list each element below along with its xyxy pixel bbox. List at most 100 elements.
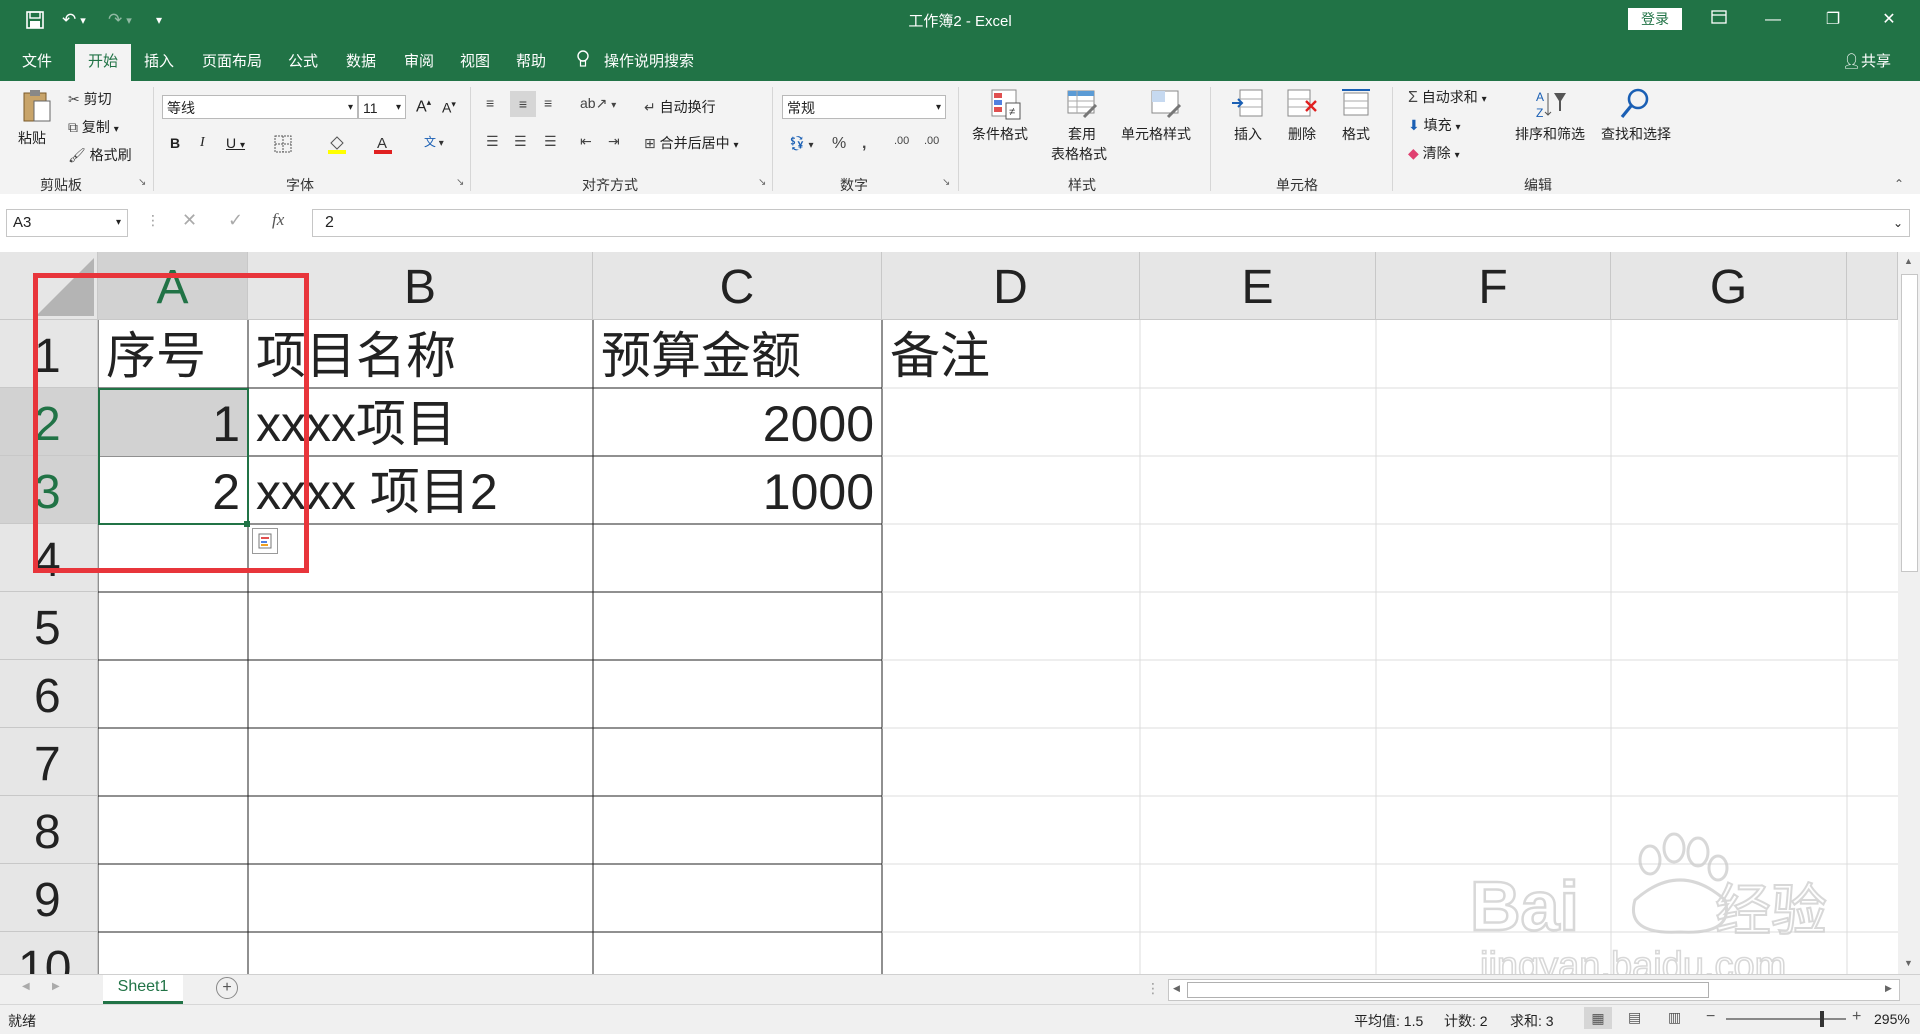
scroll-down-icon[interactable]: ▼ xyxy=(1904,958,1913,968)
tab-file[interactable]: 文件 xyxy=(22,50,52,71)
tab-help[interactable]: 帮助 xyxy=(516,50,546,71)
tab-review[interactable]: 审阅 xyxy=(404,50,434,71)
tab-insert[interactable]: 插入 xyxy=(144,50,174,71)
increase-indent-icon[interactable]: ⇥ xyxy=(608,133,620,150)
delete-cells-button[interactable]: 删除 xyxy=(1282,87,1322,144)
format-cells-button[interactable]: 格式 xyxy=(1336,87,1376,144)
decrease-font-icon[interactable]: A▾ xyxy=(442,99,456,116)
alignment-launcher-icon[interactable]: ↘ xyxy=(758,177,766,188)
sheet-tab-sheet1[interactable]: Sheet1 xyxy=(103,975,183,1004)
format-painter-button[interactable]: 🖌︎ 格式刷 xyxy=(68,145,132,165)
align-bottom-icon[interactable]: ≡ xyxy=(544,95,552,111)
column-header-g[interactable]: G xyxy=(1611,252,1847,320)
horizontal-scrollbar[interactable]: ◀ ▶ xyxy=(1168,979,1900,1001)
cell-c3[interactable]: 1000 xyxy=(593,456,882,524)
row-header-6[interactable]: 6 xyxy=(0,660,98,728)
increase-font-icon[interactable]: A▴ xyxy=(416,97,431,116)
number-format-combo[interactable]: 常规 ▾ xyxy=(782,95,946,119)
formula-input[interactable]: 2 ⌄ xyxy=(312,209,1910,237)
zoom-slider-thumb[interactable] xyxy=(1820,1011,1824,1027)
underline-icon[interactable]: U ▾ xyxy=(226,135,245,151)
find-select-button[interactable]: 查找和选择 xyxy=(1598,87,1674,144)
copy-button[interactable]: ⧉ 复制 ▾ xyxy=(68,117,119,137)
column-header-f[interactable]: F xyxy=(1376,252,1611,320)
normal-view-icon[interactable]: ▦ xyxy=(1584,1007,1612,1029)
insert-cells-button[interactable]: 插入 xyxy=(1228,87,1268,144)
cut-button[interactable]: ✂ 剪切 xyxy=(68,89,112,109)
align-right-icon[interactable]: ☰ xyxy=(544,133,557,150)
font-size-combo[interactable]: 11 ▾ xyxy=(358,95,406,119)
row-header-10[interactable]: 10 xyxy=(0,932,98,974)
accounting-format-icon[interactable]: 💱︎ ▾ xyxy=(788,135,814,152)
align-middle-icon[interactable]: ≡ xyxy=(510,91,536,117)
column-header-c[interactable]: C xyxy=(593,252,882,320)
login-button[interactable]: 登录 xyxy=(1628,8,1682,30)
name-box[interactable]: A3 ▾ xyxy=(6,209,128,237)
increase-decimal-icon[interactable]: .00 xyxy=(894,135,909,147)
share-button[interactable]: 👤︎共享 xyxy=(1842,50,1891,71)
paste-button[interactable]: 粘贴 xyxy=(18,89,54,148)
bold-icon[interactable]: B xyxy=(170,135,180,151)
tab-formulas[interactable]: 公式 xyxy=(288,50,318,71)
decrease-decimal-icon[interactable]: .00 xyxy=(924,135,939,147)
zoom-in-icon[interactable]: + xyxy=(1852,1008,1861,1026)
cell-styles-button[interactable]: 单元格样式 xyxy=(1121,87,1192,144)
zoom-level[interactable]: 295% xyxy=(1874,1011,1910,1027)
wrap-text-button[interactable]: ↵ 自动换行 xyxy=(644,97,716,117)
zoom-slider[interactable] xyxy=(1726,1011,1846,1027)
scroll-right-icon[interactable]: ▶ xyxy=(1885,983,1892,994)
clear-button[interactable]: ◆ 清除 ▾ xyxy=(1408,143,1460,163)
page-layout-view-icon[interactable]: ▤ xyxy=(1628,1009,1641,1026)
font-color-icon[interactable]: A xyxy=(372,133,394,158)
tab-splitter-icon[interactable]: ⋮ xyxy=(1146,980,1160,997)
conditional-format-button[interactable]: ≠ 条件格式 xyxy=(972,87,1032,144)
border-icon[interactable] xyxy=(274,135,292,156)
cell-d1[interactable]: 备注 xyxy=(882,320,1140,388)
page-break-view-icon[interactable]: ▥ xyxy=(1668,1009,1681,1026)
format-as-table-button[interactable]: 套用 表格格式 xyxy=(1051,87,1108,164)
fill-button[interactable]: ⬇ 填充 ▾ xyxy=(1408,115,1461,135)
zoom-out-icon[interactable]: − xyxy=(1706,1008,1715,1026)
merge-center-button[interactable]: ⊞ 合并后居中 ▾ xyxy=(644,133,739,153)
scroll-up-icon[interactable]: ▲ xyxy=(1904,256,1913,266)
row-header-9[interactable]: 9 xyxy=(0,864,98,932)
tab-data[interactable]: 数据 xyxy=(346,50,376,71)
decrease-indent-icon[interactable]: ⇤ xyxy=(580,133,592,150)
tab-home[interactable]: 开始 xyxy=(75,44,131,81)
collapse-ribbon-icon[interactable]: ⌃ xyxy=(1894,177,1904,191)
vertical-scroll-thumb[interactable] xyxy=(1901,274,1918,572)
tell-me-search[interactable]: 操作说明搜索 xyxy=(604,50,694,71)
cell-c1[interactable]: 预算金额 xyxy=(593,320,882,388)
next-sheet-icon[interactable]: ▶ xyxy=(52,981,60,992)
row-header-5[interactable]: 5 xyxy=(0,592,98,660)
comma-icon[interactable]: , xyxy=(862,135,866,153)
column-header-h[interactable] xyxy=(1847,252,1898,320)
add-sheet-icon[interactable]: + xyxy=(216,977,238,999)
cell-c2[interactable]: 2000 xyxy=(593,388,882,456)
close-icon[interactable]: ✕ xyxy=(1866,6,1912,34)
align-left-icon[interactable]: ☰ xyxy=(486,133,499,150)
font-launcher-icon[interactable]: ↘ xyxy=(456,177,464,188)
vertical-scrollbar[interactable]: ▲ ▼ xyxy=(1898,252,1920,974)
orientation-icon[interactable]: ab↗ ▾ xyxy=(580,95,616,112)
number-launcher-icon[interactable]: ↘ xyxy=(942,177,950,188)
horizontal-scroll-thumb[interactable] xyxy=(1187,982,1709,998)
column-header-d[interactable]: D xyxy=(882,252,1140,320)
restore-icon[interactable]: ❐ xyxy=(1810,6,1856,34)
row-header-8[interactable]: 8 xyxy=(0,796,98,864)
minimize-icon[interactable]: — xyxy=(1750,6,1796,34)
column-header-e[interactable]: E xyxy=(1140,252,1376,320)
sort-filter-button[interactable]: AZ 排序和筛选 xyxy=(1512,87,1588,144)
insert-function-icon[interactable]: fx xyxy=(272,210,284,230)
scroll-left-icon[interactable]: ◀ xyxy=(1173,983,1180,994)
percent-icon[interactable]: % xyxy=(832,135,846,153)
tab-view[interactable]: 视图 xyxy=(460,50,490,71)
tab-page-layout[interactable]: 页面布局 xyxy=(202,50,262,71)
phonetic-guide-icon[interactable]: 文 ▾ xyxy=(424,133,444,150)
align-top-icon[interactable]: ≡ xyxy=(486,95,494,111)
enter-icon[interactable]: ✓ xyxy=(228,210,243,231)
clipboard-launcher-icon[interactable]: ↘ xyxy=(138,177,146,188)
worksheet-grid[interactable]: A B C D E F G 1 2 3 4 5 6 7 8 9 10 序号 项目… xyxy=(0,252,1898,974)
italic-icon[interactable]: I xyxy=(200,135,205,151)
ribbon-display-options-icon[interactable] xyxy=(1696,6,1742,34)
